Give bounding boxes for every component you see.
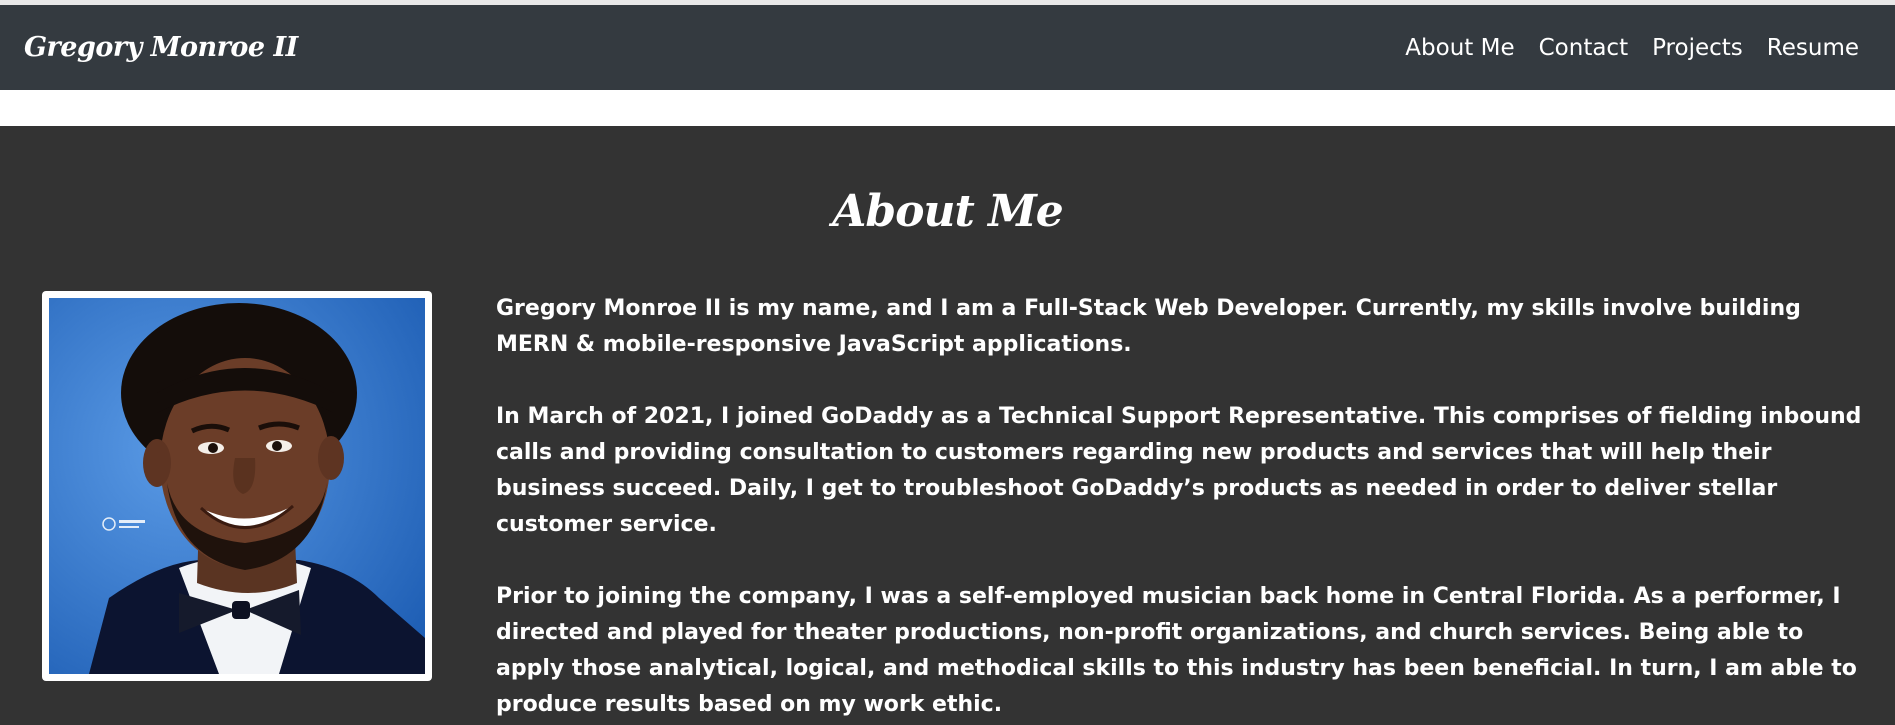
profile-photo [49, 298, 425, 674]
nav-link-resume[interactable]: Resume [1755, 35, 1871, 61]
nav-link-about-me[interactable]: About Me [1393, 35, 1526, 61]
nav-link-contact[interactable]: Contact [1527, 35, 1640, 61]
navbar: Gregory Monroe II About Me Contact Proje… [0, 5, 1895, 90]
bio-text: Gregory Monroe II is my name, and I am a… [496, 291, 1866, 723]
nav-links: About Me Contact Projects Resume [1393, 35, 1871, 61]
nav-link-projects[interactable]: Projects [1640, 35, 1755, 61]
bio-paragraph: Prior to joining the company, I was a se… [496, 584, 1857, 717]
brand-link[interactable]: Gregory Monroe II [24, 32, 298, 63]
profile-photo-frame [42, 291, 432, 681]
about-section: About Me Gregory Monroe II is my name, a… [0, 126, 1895, 725]
bio-paragraph: Gregory Monroe II is my name, and I am a… [496, 296, 1801, 357]
about-heading-text: About Me [832, 186, 1064, 237]
spacer [0, 90, 1895, 126]
bio-paragraph: In March of 2021, I joined GoDaddy as a … [496, 404, 1862, 537]
about-heading: About Me [0, 186, 1895, 237]
